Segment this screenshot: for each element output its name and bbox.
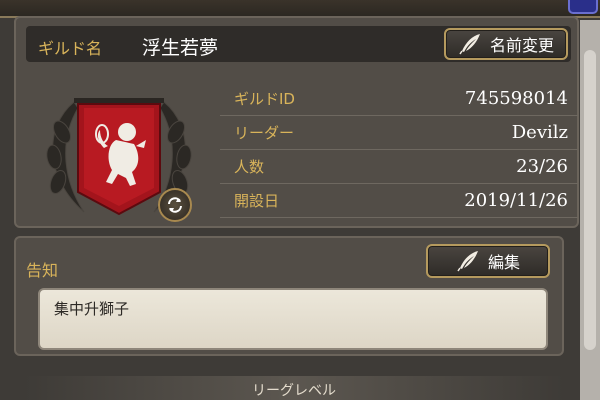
window-title — [230, 0, 410, 7]
guild-name-bar: ギルド名 浮生若夢 名前変更 — [26, 26, 571, 62]
edit-notice-label: 編集 — [487, 253, 520, 272]
founded-label: 開設日 — [234, 192, 280, 210]
guild-id-value: 745598014 — [464, 88, 568, 109]
emblem-change-button[interactable] — [158, 188, 192, 222]
guild-name-label: ギルド名 — [38, 39, 103, 58]
guild-details: ギルドID 745598014 リーダー Devilz 人数 23/26 開設日… — [220, 82, 578, 218]
scrollbar[interactable] — [580, 20, 600, 400]
close-button[interactable] — [568, 0, 598, 14]
notice-text-box: 集中升獅子 — [38, 288, 548, 350]
league-level-label: リーグレベル — [252, 383, 336, 399]
quill-icon — [457, 251, 478, 272]
refresh-icon — [168, 197, 182, 213]
founded-value: 2019/11/26 — [464, 190, 568, 211]
founded-row: 開設日 2019/11/26 — [220, 184, 578, 218]
rename-button-label: 名前変更 — [489, 36, 554, 55]
league-level-header: リーグレベル — [24, 376, 564, 400]
guild-name-value: 浮生若夢 — [142, 37, 219, 59]
guild-id-label: ギルドID — [234, 90, 295, 108]
leader-row: リーダー Devilz — [220, 116, 578, 150]
rename-button[interactable]: 名前変更 — [444, 28, 568, 60]
notice-text: 集中升獅子 — [54, 300, 130, 318]
guild-info-panel: ギルド名 浮生若夢 名前変更 ギルドID 745598014 リーダー Devi… — [14, 16, 579, 228]
leader-label: リーダー — [234, 124, 295, 142]
members-label: 人数 — [234, 158, 265, 176]
notice-title: 告知 — [26, 261, 59, 280]
members-value: 23/26 — [516, 156, 568, 177]
guild-id-row: ギルドID 745598014 — [220, 82, 578, 116]
leader-value: Devilz — [511, 122, 568, 143]
scrollbar-thumb[interactable] — [584, 50, 596, 350]
notice-panel: 告知 編集 集中升獅子 — [14, 236, 564, 356]
members-row: 人数 23/26 — [220, 150, 578, 184]
quill-icon — [459, 34, 480, 55]
edit-notice-button[interactable]: 編集 — [426, 244, 550, 278]
